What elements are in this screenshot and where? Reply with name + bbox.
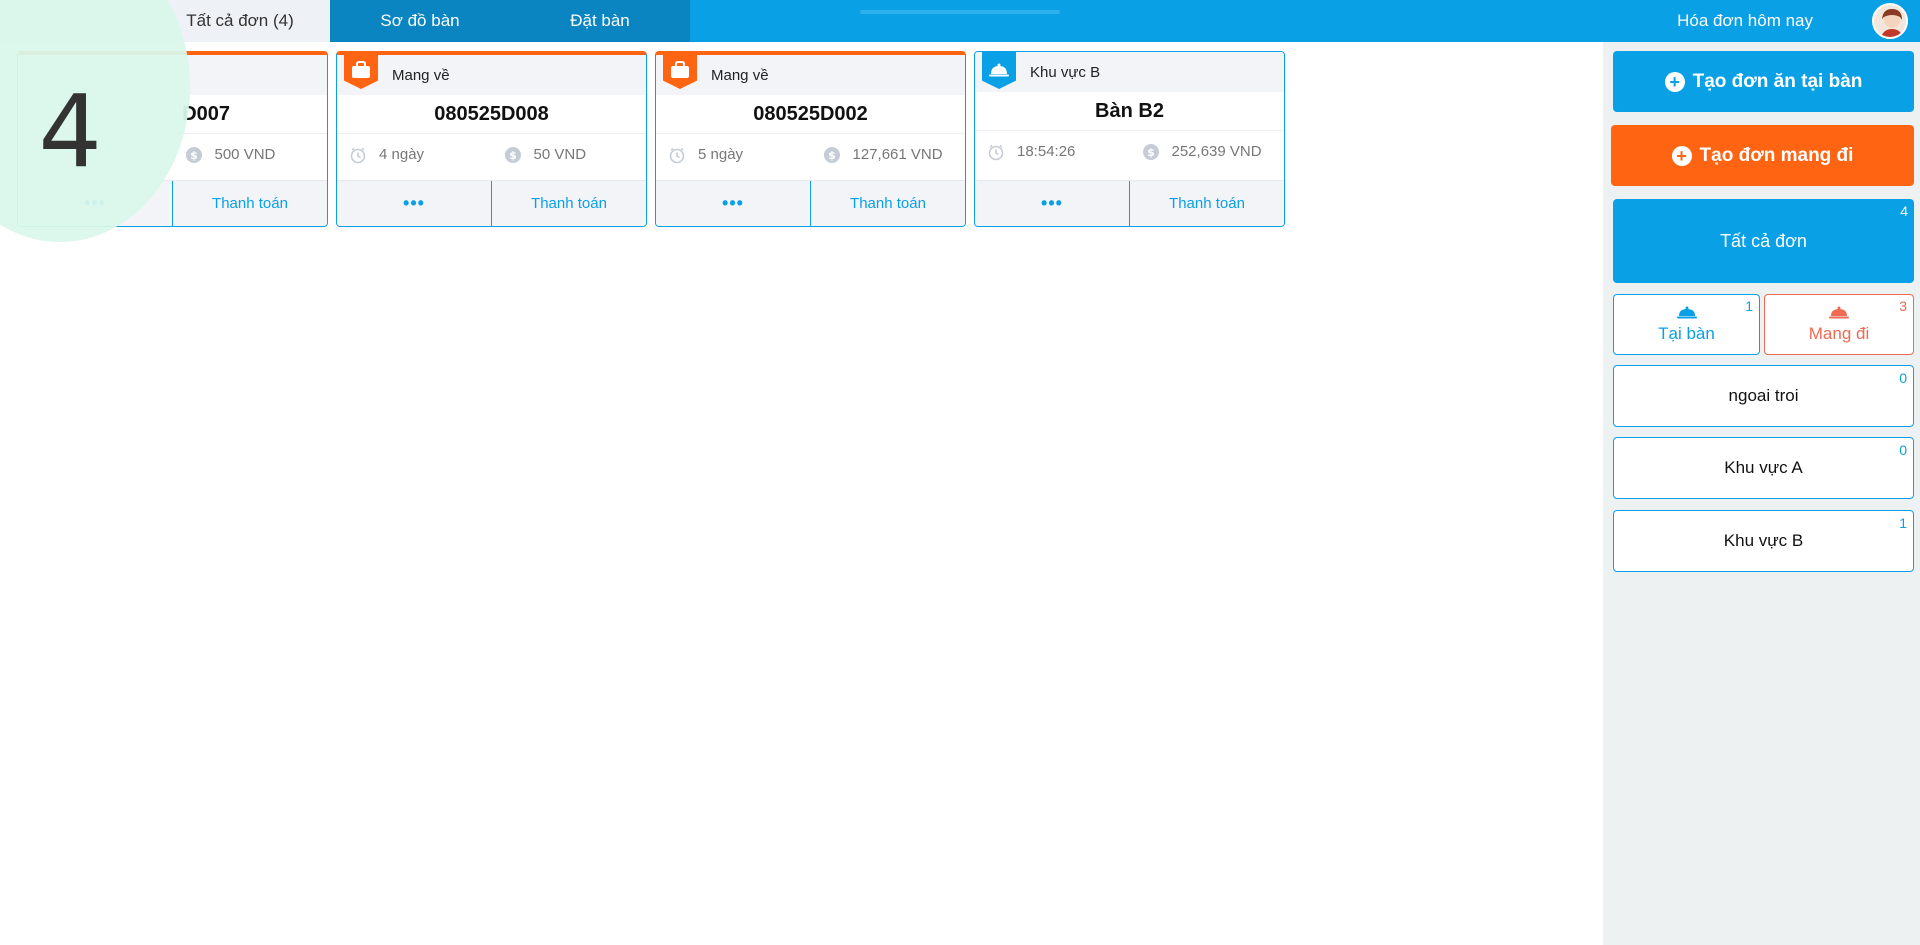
user-avatar[interactable] [1872,3,1908,39]
money-icon: $ [504,146,522,164]
order-card-header: Mang về [656,55,965,95]
order-meta: 18:54:26 $ 252,639 VND [975,130,1284,172]
pay-button[interactable]: Thanh toán [1129,181,1284,226]
order-time-value: 4 ngày [379,146,425,163]
tab-scroll-indicator [860,10,1060,14]
order-actions: ••• Thanh toán [656,180,965,226]
area-filter-khu-vuc-a[interactable]: Khu vực A 0 [1613,437,1914,499]
svg-text:$: $ [509,149,517,162]
order-meta: 5 ngày $ 127,661 VND [656,133,965,175]
order-code: 080525D002 [753,102,868,125]
order-actions: ••• Thanh toán [337,180,646,226]
clock-icon [349,146,367,164]
svg-text:$: $ [1147,146,1155,159]
order-code: 080525D008 [434,102,549,125]
filter-takeaway-label: Mang đi [1808,323,1870,343]
area-count: 0 [1899,370,1907,386]
pay-button[interactable]: Thanh toán [172,181,327,226]
plus-circle-icon: + [1664,71,1685,92]
filter-all-label: Tất cả đơn [1720,230,1807,251]
money-icon: $ [185,146,203,164]
order-type-label: Mang về [392,66,450,84]
create-takeaway-order-button[interactable]: + Tạo đơn mang đi [1611,125,1914,186]
order-area-label: Khu vực B [1030,63,1101,81]
filter-all-count: 4 [1900,203,1908,219]
dine-in-cloche-icon [1676,306,1697,318]
money-icon: $ [823,146,841,164]
order-card[interactable]: Mang về 080525D008 4 ngày $ 50 VND ••• T… [336,51,647,227]
order-amount: $ 500 VND [173,146,328,164]
money-icon: $ [1142,143,1160,161]
more-options-button[interactable]: ••• [337,181,491,226]
area-label: Khu vực B [1723,531,1804,550]
filter-takeaway[interactable]: 3 Mang đi [1764,294,1914,355]
order-card[interactable]: Mang về 080525D002 5 ngày $ 127,661 VND … [655,51,966,227]
order-type-label: Mang về [711,66,769,84]
create-dine-in-label: Tạo đơn ăn tại bàn [1692,70,1863,92]
area-label: ngoai troi [1728,386,1799,405]
order-time: 5 ngày [656,146,811,164]
area-filter-ngoai-troi[interactable]: ngoai troi 0 [1613,365,1914,427]
svg-text:$: $ [828,149,836,162]
order-amount-value: 127,661 VND [852,146,943,163]
clock-icon [987,143,1005,161]
right-sidebar: + Tạo đơn ăn tại bàn + Tạo đơn mang đi T… [1603,42,1920,945]
order-amount-value: 50 VND [533,146,587,163]
takeaway-bag-icon [344,55,378,89]
more-options-button[interactable]: ••• [975,181,1129,226]
order-amount: $ 252,639 VND [1130,143,1285,161]
area-count: 0 [1899,442,1907,458]
avatar-icon [1881,9,1903,37]
step-number: 4 [38,73,102,190]
order-table: Bàn B2 [1095,99,1164,122]
svg-text:$: $ [190,149,198,162]
order-card[interactable]: Khu vực B Bàn B2 18:54:26 $ 252,639 VND … [974,51,1285,227]
dine-in-cloche-icon [982,52,1016,89]
pay-button[interactable]: Thanh toán [491,181,646,226]
create-dine-in-order-button[interactable]: + Tạo đơn ăn tại bàn [1613,51,1914,112]
plus-circle-icon: + [1671,145,1692,166]
order-amount: $ 50 VND [492,146,647,164]
order-time: 18:54:26 [975,143,1130,161]
clock-icon [668,146,686,164]
order-card-header: Khu vực B [975,52,1284,92]
top-bar: Tất cả đơn (4) Sơ đồ bàn Đặt bàn Hóa đơn… [0,0,1920,42]
order-time-value: 5 ngày [698,146,744,163]
tab-reservations[interactable]: Đặt bàn [510,0,690,42]
filter-dine-in-count: 1 [1745,298,1753,314]
takeaway-bag-icon [663,55,697,89]
filter-all-orders[interactable]: Tất cả đơn 4 [1613,199,1914,283]
pay-button[interactable]: Thanh toán [810,181,965,226]
order-actions: ••• Thanh toán [975,180,1284,226]
order-amount-value: 500 VND [214,146,276,163]
order-time: 4 ngày [337,146,492,164]
order-card-header: Mang về [337,55,646,95]
area-count: 1 [1899,515,1907,531]
order-meta: 4 ngày $ 50 VND [337,133,646,175]
filter-takeaway-count: 3 [1899,298,1907,314]
takeaway-cloche-icon [1829,306,1849,318]
today-invoices-link[interactable]: Hóa đơn hôm nay [1677,0,1813,42]
order-cards: D007 $ 500 VND ••• Thanh toán Mang về 08… [0,0,1600,242]
filter-dine-in-label: Tại bàn [1658,323,1715,343]
order-amount-value: 252,639 VND [1171,143,1262,160]
area-filter-khu-vuc-b[interactable]: Khu vực B 1 [1613,510,1914,572]
create-takeaway-label: Tạo đơn mang đi [1699,144,1854,166]
order-time-value: 18:54:26 [1017,143,1076,160]
filter-dine-in[interactable]: 1 Tại bàn [1613,294,1760,355]
more-options-button[interactable]: ••• [656,181,810,226]
order-amount: $ 127,661 VND [811,146,966,164]
tab-table-map[interactable]: Sơ đồ bàn [330,0,510,42]
area-label: Khu vực A [1724,458,1803,477]
